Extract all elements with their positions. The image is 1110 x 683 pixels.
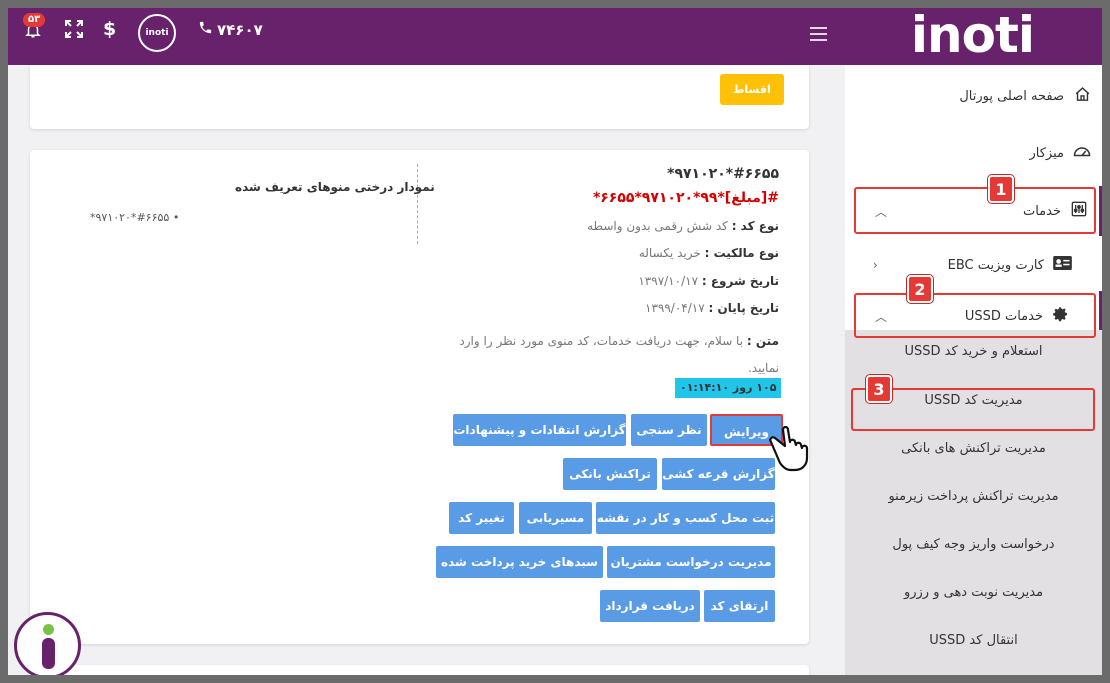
message-text-label: متن : [746,334,779,348]
sidebar-label-ebc: کارت ویزیت EBC [947,257,1044,273]
highlight-ussd [854,293,1096,338]
feedback-report-button[interactable]: گزارش انتقادات و پیشنهادات [453,414,626,446]
phone-icon [198,20,213,39]
support-phone[interactable]: ۷۴۶۰۷ [198,20,263,39]
installments-button[interactable]: اقساط [720,74,784,105]
sidebar-item-home[interactable]: صفحه اصلی پورتال [845,74,1102,118]
bank-transactions-button[interactable]: تراکنش بانکی [563,458,657,490]
corner-info-logo-icon[interactable] [14,612,81,675]
end-date-row: تاریخ پایان : ۱۳۹۹/۰۴/۱۷ [645,301,779,315]
step-marker-2: 2 [907,275,933,303]
menu-tree-title: نمودار درختی منوهای تعریف شده [235,180,435,194]
submenu-item-transfer[interactable]: انتقال کد USSD [845,633,1102,648]
upgrade-code-button[interactable]: ارتقای کد [704,590,775,622]
poll-button[interactable]: نظر سنجی [631,414,707,446]
end-date-label: تاریخ پایان : [708,301,780,315]
column-divider [417,164,418,244]
customer-requests-button[interactable]: مدیریت درخواست مشتریان [607,546,775,578]
code-type-label: نوع کد : [731,219,779,233]
start-date-row: تاریخ شروع : ۱۳۹۷/۱۰/۱۷ [638,274,779,288]
message-text-value-1: با سلام، جهت دریافت خدمات، کد منوی مورد … [459,334,744,348]
next-card [30,665,809,675]
ownership-value: خرید یکساله [638,246,701,260]
bullet-icon: • [172,211,180,224]
message-text-value-2: نمایید. [747,361,779,375]
submenu-item-submenu-tx[interactable]: مدیریت تراکنش پرداخت زیرمنو [845,489,1102,504]
installments-card: اقساط [30,65,809,129]
top-header: inoti ۷۴۶۰۷ inoti $ ۵۳ [8,8,1102,65]
routing-button[interactable]: مسیریابی [519,502,592,534]
ussd-code: #۶۶۵۵*۹۷۱۰۲۰* [667,166,779,182]
notification-badge: ۵۳ [23,13,46,27]
submenu-item-bank-tx[interactable]: مدیریت تراکنش های بانکی [845,441,1102,456]
start-date-value: ۱۳۹۷/۱۰/۱۷ [638,274,699,288]
highlight-services [854,187,1096,234]
brand-circle-icon[interactable]: inoti [138,14,176,52]
logo-dot [43,624,54,635]
app-frame: inoti ۷۴۶۰۷ inoti $ ۵۳ صفحه اصلی پورتال [8,8,1102,675]
fullscreen-icon[interactable] [64,19,84,43]
sidebar-item-ebc[interactable]: کارت ویزیت EBC ‹ [845,243,1102,287]
ownership-row: نوع مالکیت : خرید یکساله [639,246,779,260]
submenu-item-wallet[interactable]: درخواست واریز وجه کیف پول [845,537,1102,552]
submenu-item-booking[interactable]: مدیریت نوبت دهی و رزرو [845,585,1102,600]
home-icon [1072,86,1092,107]
code-type-value: کد شش رقمی بدون واسطه [587,219,728,233]
start-date-label: تاریخ شروع : [701,274,779,288]
sidebar-label-desk: میزکار [1029,145,1065,161]
menu-tree-item[interactable]: • #۶۶۵۵*۹۷۱۰۲۰* [90,211,179,224]
step-marker-1: 1 [988,175,1014,203]
step-marker-3: 3 [866,375,892,403]
code-details-card: #۶۶۵۵*۹۷۱۰۲۰* #[مبلغ]*۹۹*۹۷۱۰۲۰*۶۶۵۵* نو… [30,150,809,644]
sidebar-label-home: صفحه اصلی پورتال [959,88,1064,104]
ussd-amount-code: #[مبلغ]*۹۹*۹۷۱۰۲۰*۶۶۵۵* [592,190,779,206]
get-contract-button[interactable]: دریافت قرارداد [600,590,700,622]
id-card-icon [1052,256,1072,274]
phone-number: ۷۴۶۰۷ [217,20,263,39]
inoti-logo[interactable]: inoti [911,8,1035,64]
ownership-label: نوع مالکیت : [704,246,779,260]
dashboard-icon [1072,144,1092,162]
menu-tree-item-label: #۶۶۵۵*۹۷۱۰۲۰* [90,211,170,224]
lottery-report-button[interactable]: گزارش قرعه کشی [662,458,775,490]
paid-baskets-button[interactable]: سبدهای خرید پرداخت شده [436,546,603,578]
change-code-button[interactable]: تغییر کد [449,502,514,534]
hamburger-menu-icon[interactable] [810,27,827,41]
sidebar: صفحه اصلی پورتال میزکار خدمات ︿ کارت ویز… [845,65,1102,675]
logo-stem [42,638,55,669]
code-type-row: نوع کد : کد شش رقمی بدون واسطه [587,219,779,233]
submenu-item-buy-code[interactable]: استعلام و خرید کد USSD [845,344,1102,359]
sidebar-item-desk[interactable]: میزکار [845,131,1102,175]
hand-pointer-icon [763,422,813,476]
chevron-left-icon: ‹ [873,258,878,272]
message-text-row: متن : با سلام، جهت دریافت خدمات، کد منوی… [419,328,779,382]
dollar-icon[interactable]: $ [103,18,116,40]
remaining-time-badge: ۱۰۵ روز ۰۱:۱۴:۱۰ [675,378,782,398]
map-register-button[interactable]: ثبت محل کسب و کار در نقشه [596,502,775,534]
end-date-value: ۱۳۹۹/۰۴/۱۷ [645,301,705,315]
